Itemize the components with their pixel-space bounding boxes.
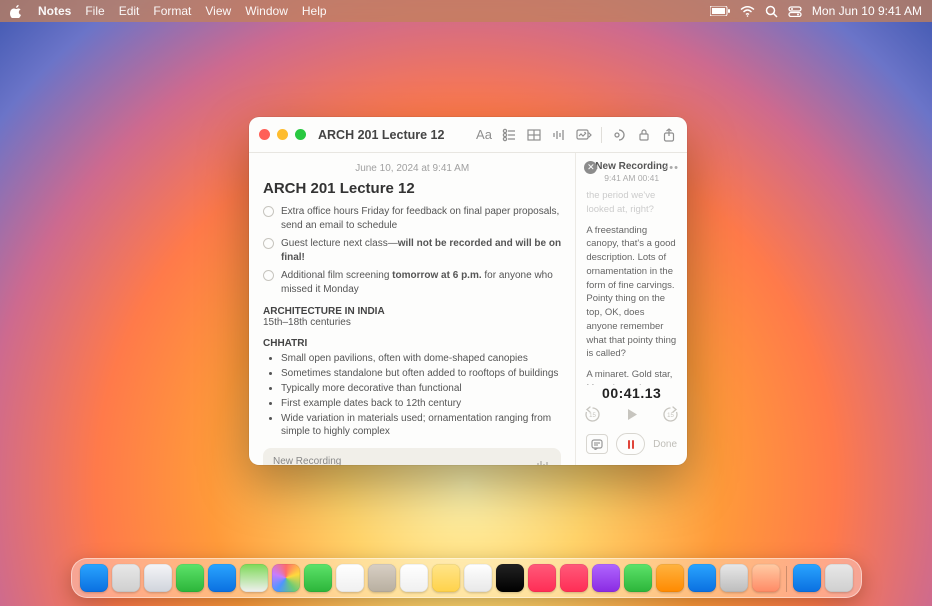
svg-text:15: 15 (667, 413, 674, 419)
bullet-item: Small open pavilions, often with dome-sh… (281, 352, 561, 365)
dock-app-contacts[interactable] (368, 564, 396, 592)
format-icon[interactable]: Aa (476, 127, 492, 143)
battery-icon[interactable] (710, 6, 730, 16)
dock-app-finder[interactable] (80, 564, 108, 592)
checklist-icon[interactable] (501, 127, 517, 143)
transcript[interactable]: the period we've looked at, right? A fre… (576, 187, 687, 385)
note-title: ARCH 201 Lecture 12 (263, 180, 561, 197)
control-center-icon[interactable] (788, 6, 802, 17)
titlebar: ARCH 201 Lecture 12 Aa (249, 117, 687, 153)
recording-title: New Recording (586, 161, 677, 172)
dock-divider (786, 566, 787, 592)
menu-edit[interactable]: Edit (119, 4, 140, 18)
section-heading: CHHATRI (263, 338, 561, 349)
zoom-window[interactable] (295, 129, 306, 140)
skip-forward-icon[interactable]: 15 (662, 406, 679, 423)
dock-app-music[interactable] (528, 564, 556, 592)
window-title: ARCH 201 Lecture 12 (318, 128, 476, 142)
close-window[interactable] (259, 129, 270, 140)
skip-back-icon[interactable]: 15 (584, 406, 601, 423)
done-button[interactable]: Done (653, 439, 677, 450)
dock-app-calendar[interactable] (336, 564, 364, 592)
menubar-clock[interactable]: Mon Jun 10 9:41 AM (812, 4, 922, 18)
dock-app-iphone-mirror[interactable] (752, 564, 780, 592)
minimize-window[interactable] (277, 129, 288, 140)
todo-item[interactable]: Additional film screening tomorrow at 6 … (263, 269, 561, 296)
link-icon[interactable] (611, 127, 627, 143)
dock-app-trash[interactable] (825, 564, 853, 592)
audio-icon[interactable] (551, 127, 567, 143)
bullet-item: Wide variation in materials used; orname… (281, 412, 561, 438)
dock-app-photos[interactable] (272, 564, 300, 592)
spotlight-icon[interactable] (765, 5, 778, 18)
table-icon[interactable] (526, 127, 542, 143)
waveform-icon (533, 460, 551, 466)
more-icon[interactable]: ••• (664, 162, 679, 174)
menu-window[interactable]: Window (245, 4, 288, 18)
todo-checkbox[interactable] (263, 238, 274, 249)
svg-text:15: 15 (589, 413, 596, 419)
menubar: Notes File Edit Format View Window Help … (0, 0, 932, 22)
dock (0, 558, 932, 598)
dock-app-launchpad[interactable] (112, 564, 140, 592)
dock-app-tv[interactable] (496, 564, 524, 592)
bullet-item: First example dates back to 12th century (281, 397, 561, 410)
dock-app-notes[interactable] (432, 564, 460, 592)
recording-attachment[interactable]: New Recording 00:41 (263, 448, 561, 465)
recording-subtitle: 9:41 AM 00:41 (586, 173, 677, 183)
recording-name: New Recording (273, 456, 533, 465)
dock-app-numbers[interactable] (624, 564, 652, 592)
notes-window: ARCH 201 Lecture 12 Aa June 10, 2024 at … (249, 117, 687, 465)
dock-app-safari[interactable] (144, 564, 172, 592)
note-editor[interactable]: June 10, 2024 at 9:41 AM ARCH 201 Lectur… (249, 153, 575, 465)
recording-timer: 00:41.13 (576, 385, 687, 401)
menu-app[interactable]: Notes (38, 4, 71, 18)
section-subheading: 15th–18th centuries (263, 317, 561, 328)
dock-app-pages[interactable] (656, 564, 684, 592)
section-heading: ARCHITECTURE IN INDIA (263, 306, 561, 317)
lock-icon[interactable] (636, 127, 652, 143)
wifi-icon[interactable] (740, 6, 755, 17)
media-icon[interactable] (576, 127, 592, 143)
dock-app-reminders[interactable] (400, 564, 428, 592)
menu-file[interactable]: File (85, 4, 104, 18)
menu-view[interactable]: View (205, 4, 231, 18)
transcript-line: the period we've looked at, right? (586, 189, 677, 217)
dock-app-podcasts[interactable] (592, 564, 620, 592)
todo-item[interactable]: Extra office hours Friday for feedback o… (263, 205, 561, 232)
play-icon[interactable] (623, 406, 640, 423)
dock-app-appstore[interactable] (688, 564, 716, 592)
todo-checkbox[interactable] (263, 206, 274, 217)
dock-app-news[interactable] (560, 564, 588, 592)
share-icon[interactable] (661, 127, 677, 143)
dock-app-mail[interactable] (208, 564, 236, 592)
recording-panel: ✕ New Recording 9:41 AM 00:41 ••• the pe… (575, 153, 687, 465)
pause-button[interactable] (616, 433, 645, 455)
transcript-line: A minaret. Gold star, Mayuri, good memor… (586, 368, 677, 385)
menu-help[interactable]: Help (302, 4, 327, 18)
note-timestamp: June 10, 2024 at 9:41 AM (263, 163, 561, 174)
dock-app-downloads[interactable] (793, 564, 821, 592)
dock-app-freeform[interactable] (464, 564, 492, 592)
transcript-toggle-button[interactable] (586, 434, 608, 454)
dock-app-facetime[interactable] (304, 564, 332, 592)
menu-format[interactable]: Format (153, 4, 191, 18)
bullet-item: Typically more decorative than functiona… (281, 382, 561, 395)
dock-app-settings[interactable] (720, 564, 748, 592)
apple-logo[interactable] (10, 4, 24, 18)
dock-app-maps[interactable] (240, 564, 268, 592)
transcript-line: A freestanding canopy, that's a good des… (586, 224, 677, 362)
dock-app-messages[interactable] (176, 564, 204, 592)
bullet-item: Sometimes standalone but often added to … (281, 367, 561, 380)
todo-item[interactable]: Guest lecture next class—will not be rec… (263, 237, 561, 264)
todo-checkbox[interactable] (263, 270, 274, 281)
